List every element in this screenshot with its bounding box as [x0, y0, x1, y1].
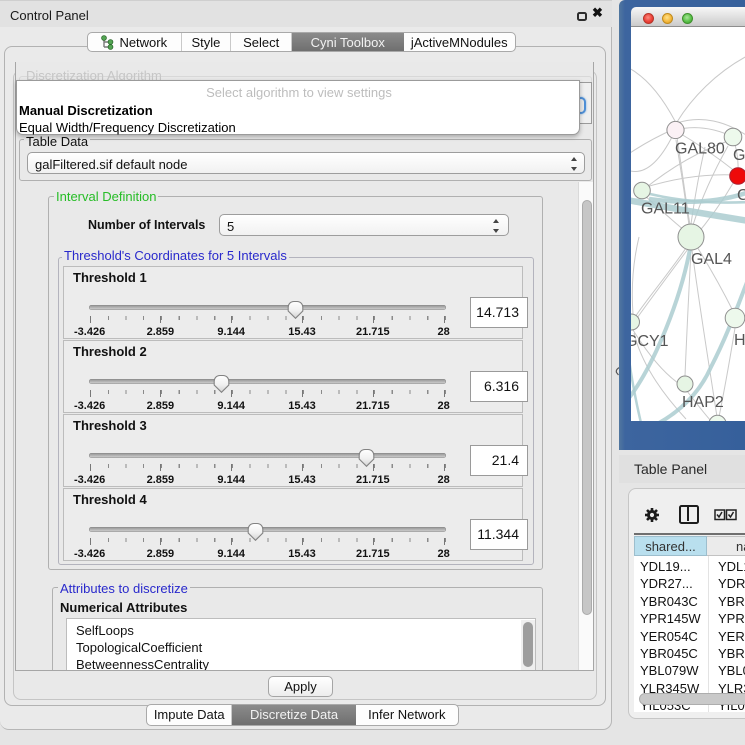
svg-text:GAL11: GAL11 [641, 201, 690, 218]
svg-text:GAL80: GAL80 [675, 141, 725, 158]
svg-text:HAP2: HAP2 [682, 394, 724, 411]
svg-text:GCY1: GCY1 [631, 333, 669, 350]
svg-text:GA: GA [733, 147, 745, 164]
svg-text:CD: CD [737, 187, 745, 204]
svg-text:GAL4: GAL4 [691, 251, 732, 268]
svg-text:HA: HA [734, 332, 745, 349]
